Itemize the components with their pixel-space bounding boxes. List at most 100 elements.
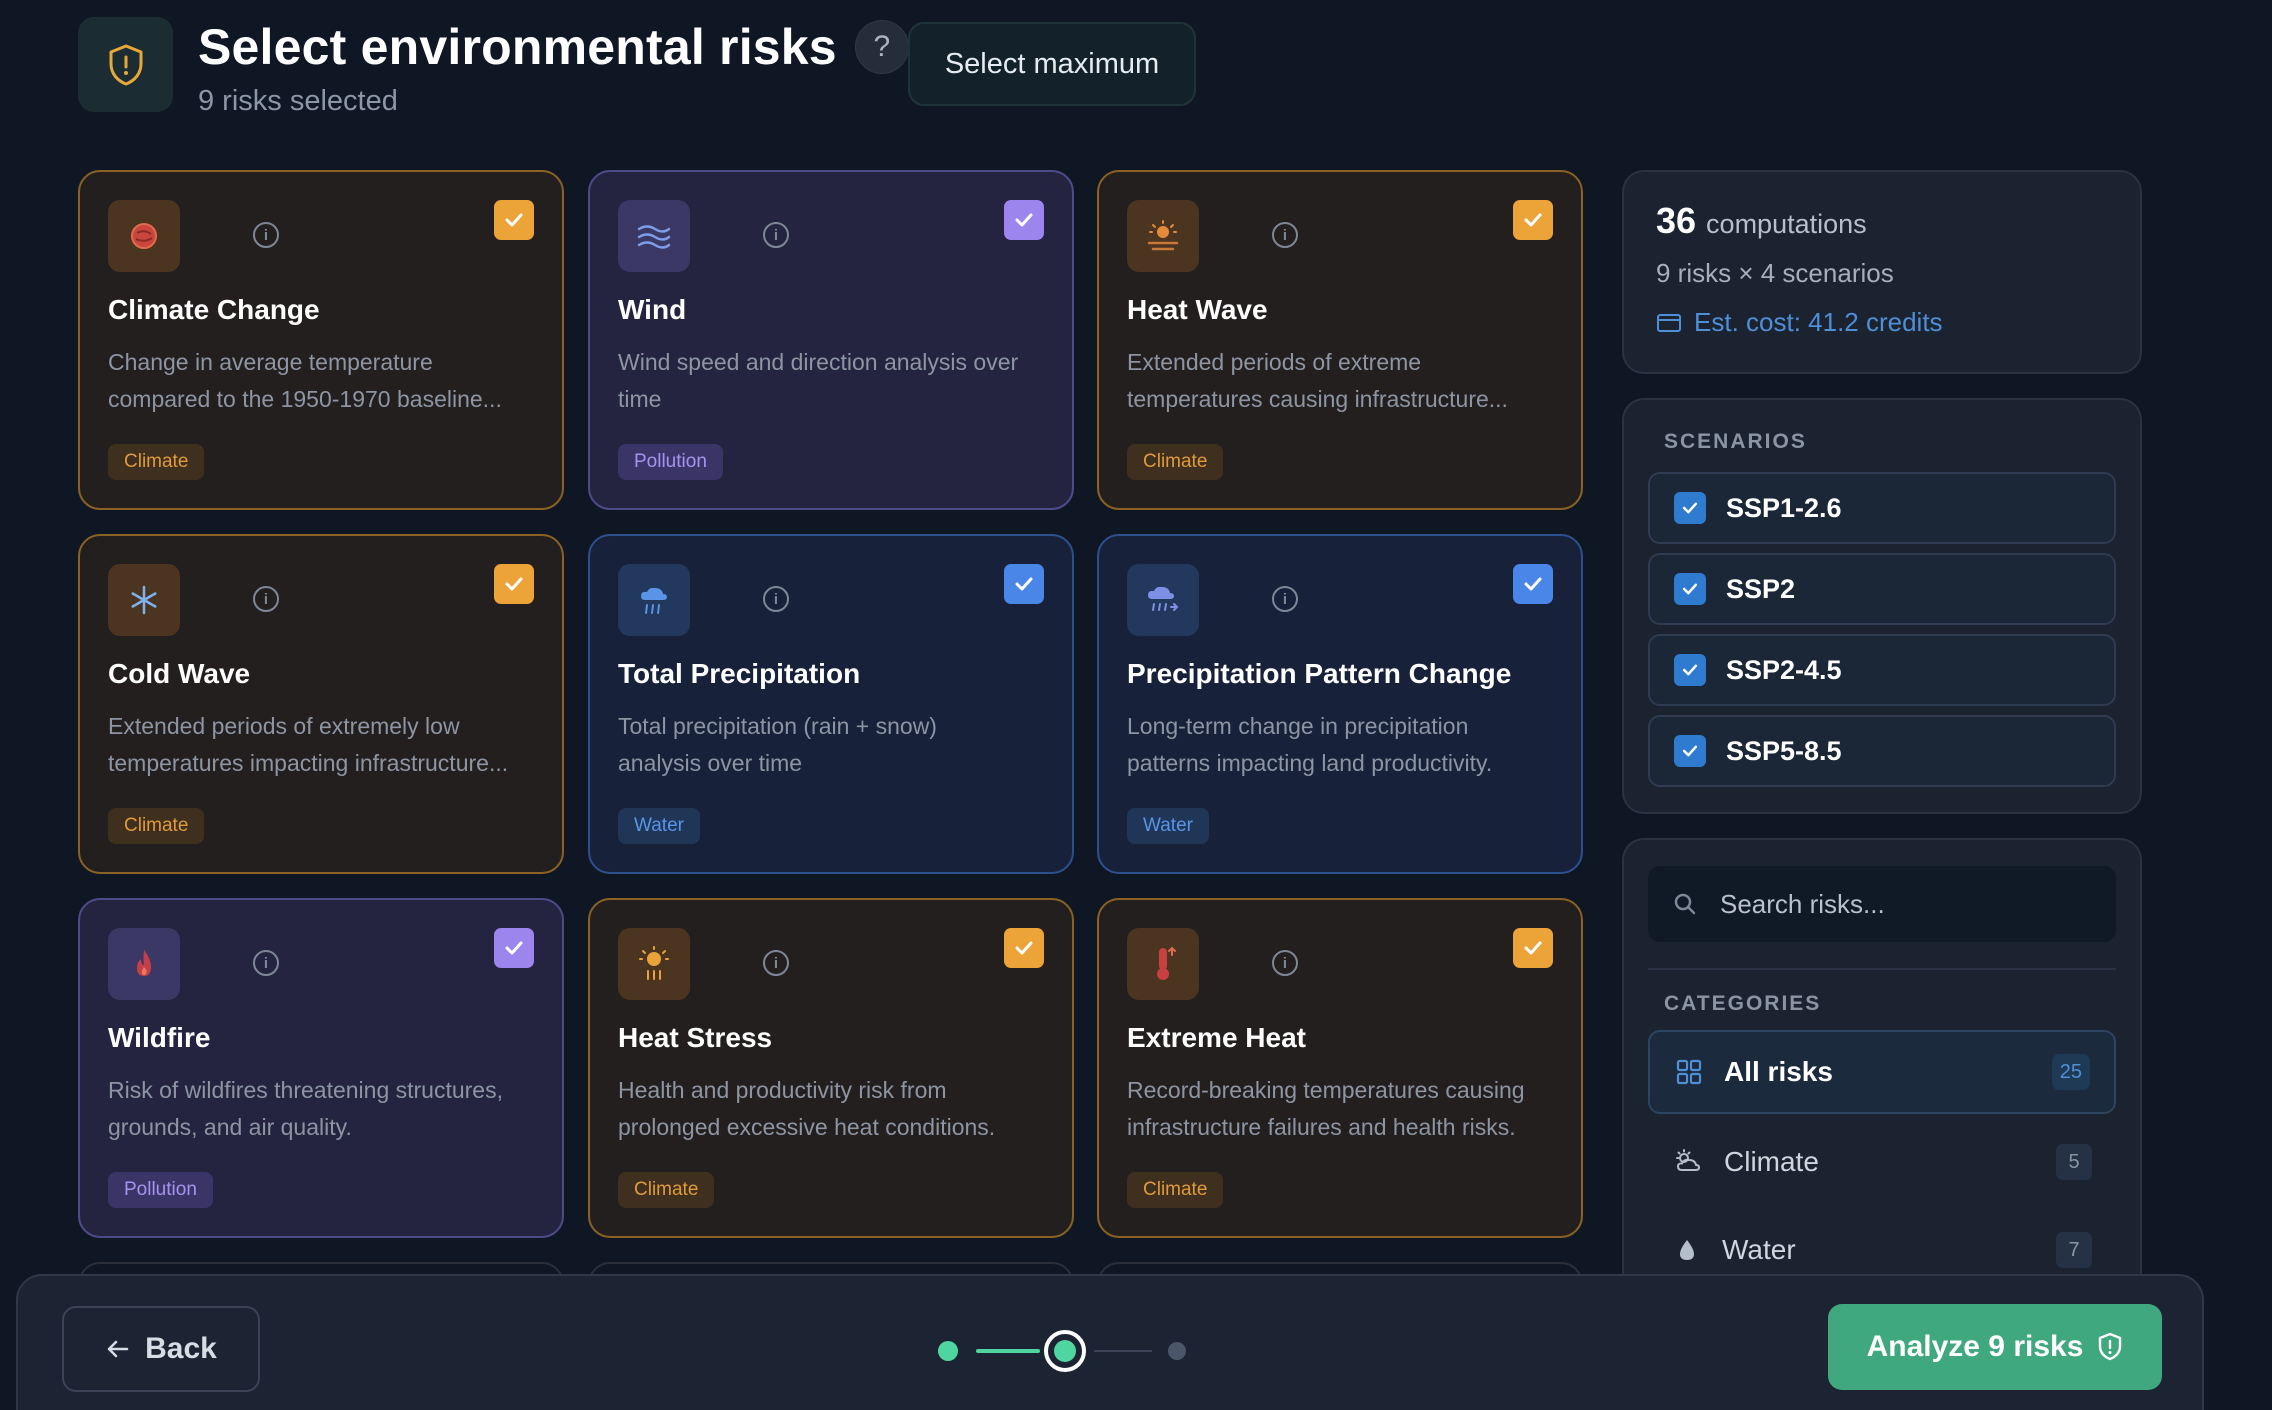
- search-placeholder: Search risks...: [1720, 888, 1885, 919]
- step-connector-pending: [1094, 1350, 1152, 1352]
- checkbox-checked[interactable]: [1674, 573, 1706, 605]
- help-button[interactable]: ?: [854, 20, 909, 74]
- risk-name: Precipitation Pattern Change: [1127, 658, 1512, 689]
- risk-description: Long-term change in precipitation pattern…: [1127, 713, 1493, 776]
- category-badge: Climate: [1127, 1172, 1224, 1208]
- risk-card-heat-stress[interactable]: i Heat Stress Health and productivity ri…: [588, 898, 1074, 1238]
- analyze-label: Analyze 9 risks: [1866, 1330, 2084, 1363]
- back-button[interactable]: Back: [62, 1306, 260, 1392]
- risk-name: Heat Wave: [1127, 294, 1268, 325]
- category-badge: Pollution: [618, 444, 723, 480]
- snowflake-icon: [108, 564, 180, 636]
- checkbox-checked[interactable]: [1674, 654, 1706, 686]
- risk-description: Extended periods of extreme temperatures …: [1127, 349, 1508, 412]
- category-count: 5: [2056, 1144, 2092, 1180]
- scenario-option[interactable]: SSP1-2.6: [1648, 472, 2116, 544]
- select-maximum-button[interactable]: Select maximum: [908, 22, 1196, 106]
- grid-icon: [1676, 1059, 1702, 1085]
- computation-count: 36: [1656, 200, 1697, 241]
- risk-name: Wind: [618, 294, 687, 325]
- risk-name: Cold Wave: [108, 658, 251, 689]
- info-icon[interactable]: i: [763, 586, 789, 612]
- risk-description: Health and productivity risk from prolong…: [618, 1077, 996, 1140]
- shield-alert-icon: [109, 44, 142, 85]
- checkbox-checked[interactable]: [494, 564, 534, 604]
- sun-horizon-icon: [1127, 200, 1199, 272]
- risk-description: Wind speed and direction analysis over ti…: [618, 349, 1019, 412]
- checkbox-checked[interactable]: [1513, 564, 1553, 604]
- info-icon[interactable]: i: [763, 222, 789, 248]
- search-input[interactable]: Search risks...: [1648, 866, 2116, 942]
- risk-name: Total Precipitation: [618, 658, 861, 689]
- analyze-button[interactable]: Analyze 9 risks: [1828, 1304, 2162, 1390]
- category-badge: Water: [1127, 808, 1209, 844]
- scenario-option[interactable]: SSP2: [1648, 553, 2116, 625]
- cost-estimate: Est. cost: 41.2 credits: [1656, 307, 2108, 338]
- search-icon: [1674, 893, 1696, 915]
- categories-heading: CATEGORIES: [1664, 992, 1822, 1015]
- flame-icon: [108, 928, 180, 1000]
- divider: [1648, 968, 2116, 970]
- step-dot-completed: [938, 1341, 958, 1361]
- checkbox-checked[interactable]: [1513, 928, 1553, 968]
- risk-name: Heat Stress: [618, 1022, 773, 1053]
- category-badge: Climate: [108, 444, 205, 480]
- computation-summary: 36 computations 9 risks × 4 scenarios Es…: [1622, 170, 2142, 374]
- category-badge: Climate: [108, 808, 205, 844]
- scenario-option[interactable]: SSP5-8.5: [1648, 715, 2116, 787]
- risk-card-climate-change[interactable]: i Climate Change Change in average tempe…: [78, 170, 564, 510]
- risk-card-total-precipitation[interactable]: i Total Precipitation Total precipitatio…: [588, 534, 1074, 874]
- thermometer-globe-icon: [108, 200, 180, 272]
- rain-cloud-icon: [618, 564, 690, 636]
- checkbox-checked[interactable]: [494, 928, 534, 968]
- info-icon[interactable]: i: [253, 950, 279, 976]
- checkbox-checked[interactable]: [1004, 928, 1044, 968]
- info-icon[interactable]: i: [1272, 950, 1298, 976]
- droplet-icon: [1680, 1240, 1694, 1260]
- scenarios-heading: SCENARIOS: [1664, 430, 1807, 453]
- weather-icon: [1676, 1149, 1700, 1171]
- risk-card-precipitation-pattern-change[interactable]: i Precipitation Pattern Change Long-term…: [1097, 534, 1583, 874]
- risk-card-heat-wave[interactable]: i Heat Wave Extended periods of extreme t…: [1097, 170, 1583, 510]
- filter-panel: Search risks... CATEGORIES All risks 25 …: [1622, 838, 2142, 1278]
- back-label: Back: [145, 1332, 217, 1365]
- checkbox-checked[interactable]: [1004, 564, 1044, 604]
- risk-description: Extended periods of extremely low tempera…: [108, 713, 509, 776]
- info-icon[interactable]: i: [253, 586, 279, 612]
- shield-logo: [78, 17, 173, 112]
- info-icon[interactable]: i: [1272, 586, 1298, 612]
- risk-card-wind[interactable]: i Wind Wind speed and direction analysis…: [588, 170, 1074, 510]
- risk-card-wildfire[interactable]: i Wildfire Risk of wildfires threatening…: [78, 898, 564, 1238]
- step-progress: [938, 1326, 1218, 1376]
- category-badge: Pollution: [108, 1172, 213, 1208]
- checkbox-checked[interactable]: [1513, 200, 1553, 240]
- computation-formula: 9 risks × 4 scenarios: [1656, 258, 1894, 288]
- category-count: 25: [2051, 1054, 2090, 1090]
- category-badge: Water: [618, 808, 700, 844]
- computation-label: computations: [1706, 209, 1867, 239]
- risk-description: Risk of wildfires threatening structures…: [108, 1077, 503, 1140]
- category-badge: Climate: [1127, 444, 1224, 480]
- risk-description: Total precipitation (rain + snow) analysi…: [618, 713, 937, 776]
- category-badge: Climate: [618, 1172, 715, 1208]
- page-title: Select environmental risks: [198, 19, 837, 75]
- risk-card-extreme-heat[interactable]: i Extreme Heat Record-breaking temperatu…: [1097, 898, 1583, 1238]
- category-climate[interactable]: Climate 5: [1648, 1120, 2116, 1204]
- scenario-option[interactable]: SSP2-4.5: [1648, 634, 2116, 706]
- info-icon[interactable]: i: [1272, 222, 1298, 248]
- info-icon[interactable]: i: [763, 950, 789, 976]
- credit-card-icon: [1657, 313, 1681, 332]
- checkbox-checked[interactable]: [494, 200, 534, 240]
- scenarios-panel: SCENARIOS SSP1-2.6 SSP2 SSP2-4.5 SSP5-8.…: [1622, 398, 2142, 814]
- checkbox-checked[interactable]: [1674, 735, 1706, 767]
- info-icon[interactable]: i: [253, 222, 279, 248]
- risk-card-cold-wave[interactable]: i Cold Wave Extended periods of extremel…: [78, 534, 564, 874]
- scenario-label: SSP2-4.5: [1726, 654, 1842, 685]
- checkbox-checked[interactable]: [1004, 200, 1044, 240]
- risk-description: Record-breaking temperatures causing infr…: [1127, 1077, 1525, 1140]
- checkbox-checked[interactable]: [1674, 492, 1706, 524]
- risk-name: Extreme Heat: [1127, 1022, 1306, 1053]
- category-label: Climate: [1724, 1146, 1819, 1177]
- category-all-risks[interactable]: All risks 25: [1648, 1030, 2116, 1114]
- footer-bar: Back Analyze 9 risks: [16, 1274, 2204, 1410]
